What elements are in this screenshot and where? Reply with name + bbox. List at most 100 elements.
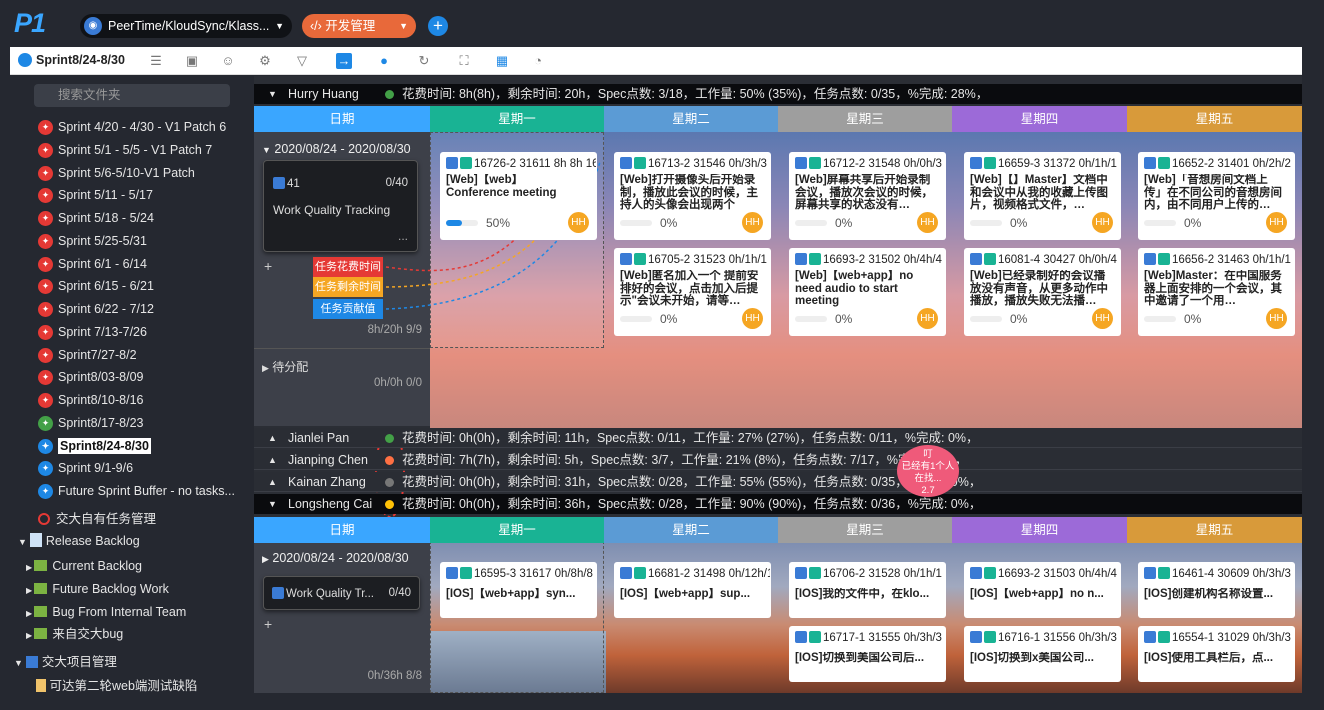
task-card[interactable]: 16461-4 30609 0h/3h/3 [IOS]创建机构名称设置... [1138, 562, 1295, 618]
gear-icon[interactable]: ⚙ [257, 53, 273, 69]
sidebar-item-sprint[interactable]: ✦ Sprint 6/22 - 7/12 [38, 299, 154, 320]
sidebar-item-sprint[interactable]: ✦ Sprint8/24-8/30 [38, 436, 151, 457]
tree-backlog-item[interactable]: ▶ Bug From Internal Team [26, 602, 186, 623]
task-card[interactable]: 16554-1 31029 0h/3h/3 [IOS]使用工具栏后，点... [1138, 626, 1295, 682]
caret-down-icon[interactable]: ▼ [268, 494, 277, 514]
task-card[interactable]: 16712-2 31548 0h/0h/3 [Web]屏幕共享后开始录制会议，播放… [789, 152, 946, 240]
task-card[interactable]: 16681-2 31498 0h/12h/12 [IOS]【web+app】sup… [614, 562, 771, 618]
status-dot [385, 434, 394, 443]
notification-bubble[interactable]: 叮已经有1个人在找... 2.7 [897, 445, 959, 497]
tree-doc-item[interactable]: 可达第二轮web端测试缺陷 [36, 676, 197, 697]
user-stats: 花费时间: 0h(0h)，剩余时间: 11h，Spec点数: 0/11，工作量:… [402, 431, 979, 445]
sidebar-item-sprint[interactable]: ✦ Sprint 7/13-7/26 [38, 322, 147, 343]
task-card[interactable]: 16706-2 31528 0h/1h/1 [IOS]我的文件中，在klo... [789, 562, 946, 618]
sidebar-item-sprint[interactable]: ✦ Sprint 6/15 - 6/21 [38, 276, 154, 297]
assignee-avatar: HH [742, 308, 763, 329]
task-ids-text: 16726-2 31611 8h 8h 16 [474, 158, 596, 170]
task-title: [IOS]切换到x美国公司... [970, 652, 1094, 664]
sprint-runner-icon: ✦ [38, 415, 53, 431]
globe-icon[interactable]: ● [376, 53, 392, 69]
caret-up-icon[interactable]: ▲ [268, 472, 277, 492]
caret-right-icon: ▶ [26, 585, 35, 595]
task-card[interactable]: 16693-2 31503 0h/4h/4 [IOS]【web+app】no n.… [964, 562, 1121, 618]
filter-icon[interactable]: ▽ [294, 53, 310, 69]
sidebar-item-sprint[interactable]: ✦ Sprint8/10-8/16 [38, 390, 143, 411]
task-icon [970, 567, 982, 579]
task-card[interactable]: 16713-2 31546 0h/3h/3 [Web]打开摄像头后开始录制，播放此… [614, 152, 771, 240]
sidebar-item-sprint[interactable]: ✦ Sprint8/17-8/23 [38, 413, 143, 434]
sidebar-item-sprint[interactable]: ✦ Sprint 5/25-5/31 [38, 231, 147, 252]
task-card[interactable]: 16081-4 30427 0h/0h/4 [Web]已经录制好的会议播放没有声音… [964, 248, 1121, 336]
quality-card[interactable]: Work Quality Tr... 0/40 [263, 576, 420, 610]
user-name: Jianping Chen [288, 453, 368, 467]
sprint-label: Sprint 5/6-5/10-V1 Patch [58, 165, 195, 180]
project-selector[interactable]: ◉ PeerTime/KloudSync/Klass... ▼ [80, 14, 292, 38]
backlog-label: Future Backlog Work [52, 581, 169, 596]
own-tasks-label: 交大自有任务管理 [56, 512, 157, 526]
layers-icon [34, 628, 48, 640]
sidebar-item-sprint[interactable]: ✦ Sprint7/27-8/2 [38, 345, 137, 366]
unassigned-label[interactable]: ▶ 待分配 [262, 358, 308, 375]
tree-backlog-item[interactable]: ▶ Future Backlog Work [26, 579, 169, 600]
task-card[interactable]: 16656-2 31463 0h/1h/1 [Web]Master：在中国服务器上… [1138, 248, 1295, 336]
sidebar-item-sprint[interactable]: ✦ Sprint8/03-8/09 [38, 367, 143, 388]
sidebar-item-sprint[interactable]: ✦ Sprint 5/18 - 5/24 [38, 208, 154, 229]
checklist-icon [984, 157, 996, 169]
fullscreen-icon[interactable]: ⛶ [456, 53, 472, 69]
sidebar-item-sprint[interactable]: ✦ Sprint 5/1 - 5/5 - V1 Patch 7 [38, 140, 212, 161]
sidebar-item-sprint[interactable]: ✦ Sprint 4/20 - 4/30 - V1 Patch 6 [38, 117, 226, 138]
date-range[interactable]: ▶ 2020/08/24 - 2020/08/30 [262, 551, 409, 565]
caret-down-icon: ▼ [275, 21, 284, 31]
task-card[interactable]: 16659-3 31372 0h/1h/1 [Web]【】Master】文档中和会… [964, 152, 1121, 240]
task-ids-text: 16717-1 31555 0h/3h/3 [823, 632, 942, 644]
layers-icon [34, 582, 48, 594]
user-row[interactable]: ▲ Kainan Zhang 花费时间: 0h(0h)，剩余时间: 31h，Spec… [254, 472, 1302, 492]
sprint-label: Sprint 9/1-9/6 [58, 461, 134, 476]
sidebar-item-sprint[interactable]: ✦ Sprint 6/1 - 6/14 [38, 254, 147, 275]
tree-release-backlog[interactable]: ▼ Release Backlog [18, 531, 140, 552]
tree-backlog-item[interactable]: ▶ Current Backlog [26, 556, 142, 577]
refresh-icon[interactable]: ↻ [416, 53, 432, 69]
sprint-runner-icon: ✦ [38, 370, 53, 386]
task-card[interactable]: 16705-2 31523 0h/1h/1 [Web]匿名加入一个 提前安排好的会… [614, 248, 771, 336]
add-icon[interactable]: + [264, 616, 272, 632]
list-icon[interactable]: ☰ [148, 53, 164, 69]
progress-percent: 0% [660, 312, 678, 326]
unassigned-footer: 0h/0h 0/0 [374, 377, 422, 389]
module-selector[interactable]: ‹/› 开发管理 ▼ [302, 14, 416, 38]
task-card[interactable]: 16595-3 31617 0h/8h/8 [IOS]【web+app】syn..… [440, 562, 597, 618]
sidebar-item-sprint[interactable]: ✦ Sprint 5/6-5/10-V1 Patch [38, 163, 195, 184]
folder-search-input[interactable]: 搜索文件夹 [34, 84, 230, 107]
sidebar: 搜索文件夹 ✦ Sprint 4/20 - 4/30 - V1 Patch 6 ✦ S… [0, 76, 253, 710]
task-card[interactable]: 16652-2 31401 0h/2h/2 [Web]「音想房间文档上传」在不同公… [1138, 152, 1295, 240]
tree-backlog-item[interactable]: ▶ 来自交大bug [26, 624, 123, 645]
assignee-avatar: HH [1266, 212, 1287, 233]
sidebar-item-own-tasks[interactable]: 交大自有任务管理 [38, 509, 156, 530]
assignee-avatar: HH [1266, 308, 1287, 329]
task-card[interactable]: 16693-2 31502 0h/4h/4 [Web]【web+app】no ne… [789, 248, 946, 336]
export-icon[interactable]: → [336, 53, 352, 69]
users-icon[interactable]: ☺ [220, 53, 236, 69]
checklist-icon [809, 567, 821, 579]
task-card[interactable]: 16726-2 31611 8h 8h 16 [Web]【web】Conferen… [440, 152, 597, 240]
caret-up-icon[interactable]: ▲ [268, 428, 277, 448]
tree-project-mgmt[interactable]: ▼ 交大项目管理 [14, 652, 117, 673]
sidebar-item-sprint[interactable]: ✦ Sprint 9/1-9/6 [38, 458, 133, 479]
user-row[interactable]: ▼ Longsheng Cai 花费时间: 0h(0h)，剩余时间: 36h，Spe… [254, 494, 1302, 514]
task-card[interactable]: 16717-1 31555 0h/3h/3 [IOS]切换到美国公司后... [789, 626, 946, 682]
sidebar-item-sprint[interactable]: ✦ Future Sprint Buffer - no tasks... [38, 481, 235, 502]
pie-chart-icon[interactable]: ◔ [530, 53, 546, 69]
archive-icon[interactable]: ▣ [184, 53, 200, 69]
sidebar-item-sprint[interactable]: ✦ Sprint 5/11 - 5/17 [38, 185, 153, 206]
user-row[interactable]: ▲ Jianlei Pan 花费时间: 0h(0h)，剩余时间: 11h，Spec点… [254, 428, 1302, 448]
user-row[interactable]: ▲ Jianping Chen 花费时间: 7h(7h)，剩余时间: 5h，Spec… [254, 450, 1302, 470]
progress-bar [1144, 220, 1176, 226]
caret-down-icon: ▼ [14, 658, 23, 668]
caret-up-icon[interactable]: ▲ [268, 450, 277, 470]
task-ids-text: 16595-3 31617 0h/8h/8 [474, 568, 593, 580]
sprint-runner-icon: ✦ [38, 438, 53, 454]
add-button[interactable]: + [428, 16, 448, 36]
task-card[interactable]: 16716-1 31556 0h/3h/3 [IOS]切换到x美国公司... [964, 626, 1121, 682]
calendar-icon[interactable]: ▦ [494, 53, 510, 69]
task-title: [IOS]【web+app】syn... [446, 588, 576, 600]
